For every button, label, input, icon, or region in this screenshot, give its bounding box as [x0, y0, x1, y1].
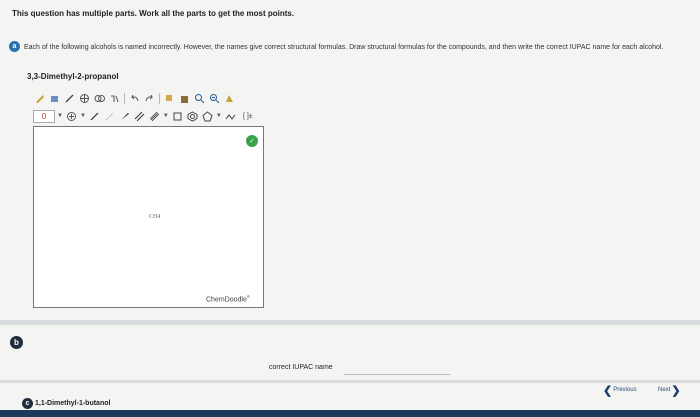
benzene-icon[interactable]	[186, 110, 199, 123]
cyclopentane-icon[interactable]	[201, 110, 214, 123]
erase-icon[interactable]	[48, 92, 61, 105]
part-c-compound-name: 1,1-Dimethyl-1-butanol	[35, 400, 111, 407]
instructions-heading: This question has multiple parts. Work a…	[12, 9, 295, 18]
iupac-name-label: correct IUPAC name	[269, 364, 333, 371]
brand-text: ChemDoodle	[206, 296, 247, 304]
clear-icon[interactable]	[33, 92, 46, 105]
toolbar-divider	[159, 92, 160, 104]
brand-mark: ®	[246, 294, 250, 299]
sketcher-toolbar-bottom: 0 ▼ ▼ ▼ ▼ [ ]±	[33, 108, 257, 124]
hash-bond-icon[interactable]	[103, 110, 116, 123]
part-a-badge: a	[9, 41, 20, 52]
paste-icon[interactable]	[178, 92, 191, 105]
flip-icon[interactable]	[223, 92, 236, 105]
single-bond-icon[interactable]	[88, 110, 101, 123]
number-icon[interactable]	[108, 92, 121, 105]
iupac-name-input[interactable]	[344, 361, 450, 375]
next-button[interactable]: Next ❯	[658, 384, 681, 397]
double-bond-icon[interactable]	[133, 110, 146, 123]
cyclopropane-icon[interactable]	[171, 110, 184, 123]
charge-value: 0	[41, 111, 47, 121]
template-icon[interactable]	[93, 92, 106, 105]
pan-icon[interactable]	[78, 92, 91, 105]
sketcher-toolbar-top	[33, 90, 236, 106]
charge-selector[interactable]: 0	[33, 109, 55, 123]
chevron-right-icon: ❯	[671, 384, 681, 397]
zoom-in-icon[interactable]	[193, 92, 206, 105]
triple-bond-icon[interactable]	[148, 110, 161, 123]
redo-icon[interactable]	[143, 92, 156, 105]
chain-icon[interactable]	[224, 110, 237, 123]
charge-dropdown-icon[interactable]: ▼	[57, 113, 63, 119]
toolbar-divider	[124, 92, 125, 104]
chemdoodle-sketcher: 0 ▼ ▼ ▼ ▼ [ ]± ✓ CH4 ChemDoodle®	[33, 90, 265, 310]
part-a-instructions: Each of the following alcohols is named …	[24, 44, 664, 51]
charge-options-dropdown-icon[interactable]: ▼	[80, 113, 86, 119]
drawing-canvas[interactable]: ✓ CH4 ChemDoodle®	[33, 126, 264, 308]
canvas-molecule-label: CH4	[149, 214, 161, 220]
wedge-bond-icon[interactable]	[118, 110, 131, 123]
bottom-bar	[0, 410, 700, 417]
previous-label: Previous	[613, 387, 637, 393]
part-c-badge: c	[22, 398, 33, 409]
section-divider	[0, 380, 700, 383]
lasso-icon[interactable]	[63, 92, 76, 105]
part-b-badge: b	[10, 336, 23, 349]
copy-icon[interactable]	[163, 92, 176, 105]
zoom-out-icon[interactable]	[208, 92, 221, 105]
chevron-left-icon: ❮	[603, 384, 613, 397]
section-divider	[0, 320, 700, 325]
ring-dropdown-icon[interactable]: ▼	[216, 113, 222, 119]
add-charge-icon[interactable]	[65, 110, 78, 123]
previous-button[interactable]: ❮ Previous	[603, 384, 637, 397]
part-a-compound-name: 3,3-Dimethyl-2-propanol	[27, 72, 119, 81]
undo-icon[interactable]	[128, 92, 141, 105]
bond-dropdown-icon[interactable]: ▼	[163, 113, 169, 119]
bracket-icon[interactable]: [ ]±	[239, 110, 257, 123]
chemdoodle-logo: ChemDoodle®	[206, 294, 250, 303]
check-icon[interactable]: ✓	[246, 135, 258, 147]
next-label: Next	[658, 387, 671, 393]
